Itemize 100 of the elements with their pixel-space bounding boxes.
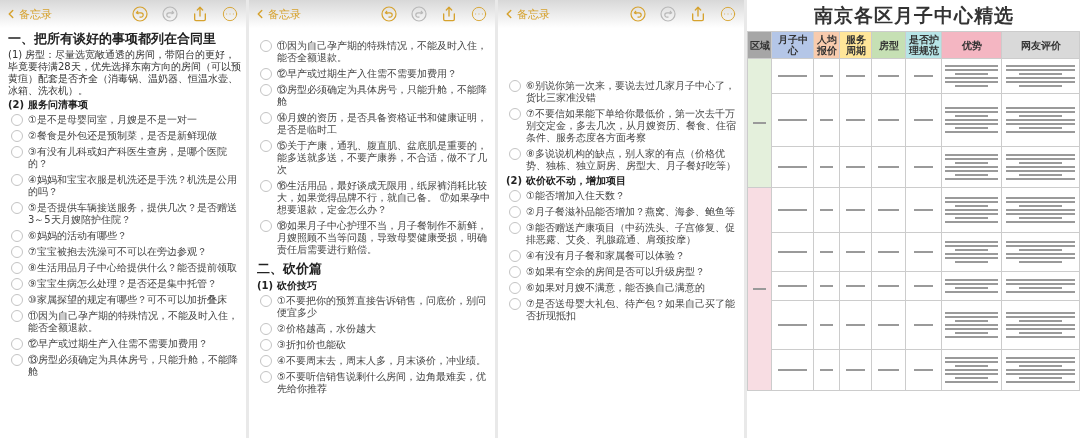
checklist-item: ⑤不要听信销售说剩什么房间，边角最难卖，优先给你推荐 bbox=[277, 371, 487, 395]
section-heading: 一、把所有谈好的事项都列在合同里 bbox=[8, 30, 217, 47]
checkbox[interactable] bbox=[509, 222, 521, 234]
subsection-heading: (1) 砍价技巧 bbox=[257, 280, 318, 292]
share-button[interactable] bbox=[690, 6, 706, 22]
more-button[interactable] bbox=[222, 6, 238, 22]
checkbox[interactable] bbox=[260, 180, 272, 192]
checklist-item: ④有没有月子餐和家属餐可以体验？ bbox=[526, 250, 685, 262]
checklist-item: ①不要把你的预算直接告诉销售，问底价，别问便宜多少 bbox=[277, 295, 487, 319]
back-button[interactable]: 备忘录 bbox=[502, 6, 550, 22]
share-button[interactable] bbox=[441, 6, 457, 22]
checklist-item: ⑧生活用品月子中心给提供什么？能否提前领取 bbox=[28, 262, 237, 274]
share-icon bbox=[690, 6, 706, 22]
checkbox[interactable] bbox=[11, 130, 23, 142]
checkbox[interactable] bbox=[11, 294, 23, 306]
checkbox[interactable] bbox=[509, 190, 521, 202]
sheet-title: 南京各区月子中心精选 bbox=[812, 3, 1015, 28]
checklist-item: ⑥如果对月嫂不满意，能否换自己满意的 bbox=[526, 282, 705, 294]
checklist-item: ④妈妈和宝宝衣服是机洗还是手洗？机洗是公用的吗？ bbox=[28, 174, 238, 198]
checklist-item: ②月子餐滋补品能否增加？燕窝、海参、鲍鱼等 bbox=[526, 206, 735, 218]
checkbox[interactable] bbox=[11, 202, 23, 214]
checkbox[interactable] bbox=[509, 148, 521, 160]
checklist-item: ⑭月嫂的资历，是否具备资格证书和健康证明，是否是临时工 bbox=[277, 112, 488, 136]
blurred-cell-text bbox=[872, 147, 906, 188]
checkbox[interactable] bbox=[11, 114, 23, 126]
checklist-item: ⑫早产或过期生产入住需不需要加费用？ bbox=[277, 68, 457, 80]
checklist-item: ⑤如果有空余的房间是否可以升级房型？ bbox=[526, 266, 705, 278]
checklist-item: ⑮关于产康，通乳、腹直肌、盆底肌是重要的，能多送就多送，不要产康券，不合适，做不了几次 bbox=[277, 140, 488, 176]
back-button[interactable]: 备忘录 bbox=[253, 6, 301, 22]
checkbox[interactable] bbox=[509, 80, 521, 92]
undo-button[interactable] bbox=[381, 6, 397, 22]
redo-icon bbox=[162, 6, 178, 22]
checkbox[interactable] bbox=[11, 146, 23, 158]
more-icon bbox=[471, 6, 487, 22]
checklist-item: ④不要周末去，周末人多，月末谈价，冲业绩。 bbox=[277, 355, 486, 367]
back-button[interactable]: 备忘录 bbox=[4, 6, 52, 22]
checklist-item: ①是不是母婴同室，月嫂是不是一对一 bbox=[28, 114, 197, 126]
more-icon bbox=[222, 6, 238, 22]
checklist-item: ⑧多说说机构的缺点，别人家的有点（价格优势、独栋、独立厨房、房型大、月子餐好吃等） bbox=[526, 148, 737, 172]
checklist-item: ⑯生活用品，最好谈成无限用，纸尿裤消耗比较大，如果觉得品牌不行，就自己备。 ⑰如果孕中想要退款，定金怎么办？ bbox=[277, 180, 492, 216]
checklist-item: ⑥妈妈的活动有哪些？ bbox=[28, 230, 127, 242]
checkbox[interactable] bbox=[509, 108, 521, 120]
checkbox[interactable] bbox=[260, 84, 272, 96]
checkbox[interactable] bbox=[509, 206, 521, 218]
checklist-item: ⑱如果月子中心护理不当，月子餐制作不新鲜，月嫂照顾不当等问题，导致母婴健康受损，明确责任后需要进行赔偿。 bbox=[277, 220, 488, 256]
undo-button[interactable] bbox=[132, 6, 148, 22]
checkbox[interactable] bbox=[509, 250, 521, 262]
checkbox[interactable] bbox=[509, 282, 521, 294]
column-header: 优势 bbox=[942, 32, 1002, 59]
checkbox[interactable] bbox=[11, 246, 23, 258]
checkbox[interactable] bbox=[11, 354, 23, 366]
checklist-item: ②价格越高，水份越大 bbox=[277, 323, 376, 335]
checkbox[interactable] bbox=[260, 220, 272, 232]
checklist-item: ⑥别说你第一次来，要说去过几家月子中心了，货比三家准没错 bbox=[526, 80, 736, 104]
checklist-item: ⑬房型必须确定为具体房号，只能升舱，不能降舱 bbox=[28, 354, 239, 378]
checkbox[interactable] bbox=[11, 230, 23, 242]
more-button[interactable] bbox=[471, 6, 487, 22]
checkbox[interactable] bbox=[11, 338, 23, 350]
checklist-item: ⑨宝宝生病怎么处理？是否还是集中托管？ bbox=[28, 278, 217, 290]
checkbox[interactable] bbox=[260, 355, 272, 367]
blurred-cell-text bbox=[840, 350, 872, 391]
note-paragraph: (1) 房型：尽量选宽敞通透的房间，带阳台的更好，毕竟要待满28天，优先选择东南方向的房间（可以预黄疸）配套是否齐全（消毒锅、温奶器、恒温水壶、冰箱、洗衣机）。 bbox=[8, 49, 242, 97]
column-header: 是否护理规范 bbox=[906, 32, 942, 59]
checkbox[interactable] bbox=[260, 140, 272, 152]
checkbox[interactable] bbox=[509, 266, 521, 278]
checklist-item: ③能否赠送产康项目（中药洗头、子宫修复、促排恶露、艾灸、乳腺疏通、肩颈按摩） bbox=[526, 222, 736, 246]
back-label: 备忘录 bbox=[19, 6, 52, 22]
checklist-item: ⑫早产或过期生产入住需不需要加费用？ bbox=[28, 338, 208, 350]
checkbox[interactable] bbox=[11, 174, 23, 186]
checkbox[interactable] bbox=[11, 262, 23, 274]
checkbox[interactable] bbox=[260, 112, 272, 124]
undo-icon bbox=[381, 6, 397, 22]
column-header: 网友评价 bbox=[1002, 32, 1080, 59]
back-label: 备忘录 bbox=[517, 6, 550, 22]
checkbox[interactable] bbox=[509, 298, 521, 310]
share-button[interactable] bbox=[192, 6, 208, 22]
checkbox[interactable] bbox=[260, 40, 272, 52]
checkbox[interactable] bbox=[260, 68, 272, 80]
checkbox[interactable] bbox=[11, 310, 23, 322]
share-icon bbox=[441, 6, 457, 22]
blurred-cell-text bbox=[840, 147, 872, 188]
column-header: 服务周期 bbox=[840, 32, 872, 59]
checkbox[interactable] bbox=[260, 371, 272, 383]
checklist-item: ⑪因为自己孕产期的特殊情况，不能及时入住，能否全额退款。 bbox=[277, 40, 488, 64]
column-header: 人均报价 bbox=[814, 32, 840, 59]
column-header: 区域 bbox=[748, 32, 772, 59]
column-header: 月子中心 bbox=[772, 32, 814, 59]
checklist-item: ⑦是否送母婴大礼包、待产包？如果自己买了能否折现抵扣 bbox=[526, 298, 736, 322]
checklist-item: ①能否增加入住天数？ bbox=[526, 190, 625, 202]
checklist-item: ⑪因为自己孕产期的特殊情况，不能及时入住，能否全额退款。 bbox=[28, 310, 239, 334]
checklist-item: ⑩家属探望的规定有哪些？可不可以加折叠床 bbox=[28, 294, 227, 306]
blurred-cell-text bbox=[872, 188, 906, 233]
more-button[interactable] bbox=[720, 6, 736, 22]
undo-button[interactable] bbox=[630, 6, 646, 22]
checkbox[interactable] bbox=[260, 339, 272, 351]
section-heading: 二、砍价篇 bbox=[257, 260, 323, 277]
checkbox[interactable] bbox=[260, 295, 272, 307]
checkbox[interactable] bbox=[260, 323, 272, 335]
checkbox[interactable] bbox=[11, 278, 23, 290]
blurred-cell-text bbox=[840, 233, 872, 272]
